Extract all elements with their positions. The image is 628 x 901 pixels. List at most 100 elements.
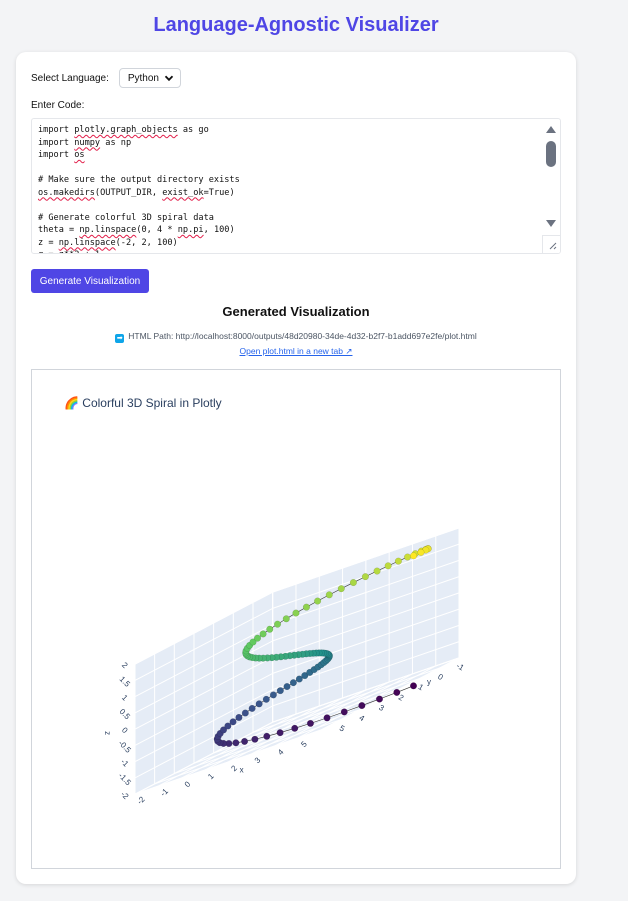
scroll-up-icon[interactable] bbox=[546, 125, 556, 133]
spiral-point bbox=[410, 552, 418, 560]
spiral-point bbox=[229, 718, 237, 726]
spiral-point bbox=[325, 591, 333, 599]
z-tick-label: -0.5 bbox=[117, 739, 134, 756]
arrow-right-icon: ➡ bbox=[115, 334, 125, 343]
code-textarea[interactable]: import plotly.graph_objects as go import… bbox=[38, 124, 540, 253]
spiral-point bbox=[263, 732, 271, 740]
spiral-point bbox=[266, 625, 274, 633]
visualization-heading: Generated Visualization bbox=[222, 304, 370, 319]
spiral-point bbox=[276, 729, 284, 737]
spiral-point bbox=[404, 553, 412, 561]
spiral-point bbox=[276, 687, 284, 695]
z-tick-label: 0.5 bbox=[118, 707, 133, 722]
y-tick-label: 3 bbox=[377, 703, 386, 713]
html-path-text: HTML Path: http://localhost:8000/outputs… bbox=[128, 331, 477, 341]
z-axis-title: z bbox=[103, 731, 112, 735]
scroll-thumb[interactable] bbox=[546, 141, 556, 167]
code-line: # Generate colorful 3D spiral data bbox=[38, 212, 214, 223]
y-tick-label: 4 bbox=[358, 713, 367, 723]
z-tick-label: 1.5 bbox=[118, 674, 133, 689]
spiral-point bbox=[283, 683, 291, 691]
spiral-point bbox=[269, 691, 277, 699]
x-tick-label: -1 bbox=[159, 786, 171, 798]
x-axis-title: x bbox=[240, 765, 244, 774]
spiral-point bbox=[289, 679, 297, 687]
html-path-row: ➡ HTML Path: http://localhost:8000/output… bbox=[16, 331, 576, 343]
resize-handle[interactable] bbox=[542, 235, 560, 253]
x-tick-label: -2 bbox=[135, 794, 147, 806]
x-tick-label: 5 bbox=[299, 739, 309, 749]
z-tick-label: 0 bbox=[120, 726, 130, 736]
spiral-point bbox=[373, 567, 381, 575]
resize-grip-icon bbox=[549, 242, 557, 250]
spiral-point bbox=[375, 695, 383, 703]
spiral-point bbox=[248, 704, 256, 712]
x-tick-label: 3 bbox=[253, 755, 263, 765]
scroll-down-icon[interactable] bbox=[546, 220, 556, 228]
y-axis-title: y bbox=[427, 678, 431, 687]
spiral-point bbox=[306, 719, 314, 727]
spiral-point bbox=[384, 562, 392, 570]
spiral-point bbox=[393, 688, 401, 696]
spiral-point bbox=[235, 713, 243, 721]
x-tick-label: 1 bbox=[206, 771, 216, 781]
spiral-point bbox=[302, 603, 310, 611]
spiral-point bbox=[409, 682, 417, 690]
z-tick-label: -1.5 bbox=[117, 771, 134, 788]
language-select[interactable]: Python bbox=[118, 68, 181, 88]
y-tick-label: 0 bbox=[436, 672, 445, 682]
z-tick-label: -1 bbox=[119, 757, 131, 769]
code-line: r = z**2 + 1 bbox=[38, 250, 100, 253]
spiral-point bbox=[241, 709, 249, 717]
generate-visualization-button[interactable]: Generate Visualization bbox=[31, 269, 149, 293]
code-label: Enter Code: bbox=[31, 100, 85, 111]
spiral-point bbox=[358, 702, 366, 710]
x-tick-label: 4 bbox=[276, 747, 286, 757]
spiral-point bbox=[282, 615, 290, 623]
page-title: Language-Agnostic Visualizer bbox=[153, 14, 439, 36]
spiral-point bbox=[417, 548, 425, 556]
spiral-point bbox=[314, 597, 322, 605]
code-line: import os bbox=[38, 150, 85, 160]
language-row: Select Language: Python bbox=[31, 68, 181, 88]
code-line: os.makedirs(OUTPUT_DIR, exist_ok=True) bbox=[38, 187, 235, 198]
language-select-value: Python bbox=[127, 72, 159, 84]
z-tick-label: 1 bbox=[120, 693, 130, 703]
chevron-down-icon bbox=[164, 75, 173, 82]
spiral-point bbox=[241, 737, 249, 745]
spiral-point bbox=[292, 609, 300, 617]
code-line: import plotly.graph_objects as go bbox=[38, 125, 209, 135]
z-tick-label: -2 bbox=[119, 790, 131, 802]
spiral-point bbox=[349, 579, 357, 587]
spiral-point bbox=[340, 708, 348, 716]
spiral-point bbox=[254, 634, 262, 642]
x-tick-label: 0 bbox=[183, 779, 193, 789]
editor-scrollbar[interactable] bbox=[543, 119, 560, 235]
main-card: Select Language: Python Enter Code: impo… bbox=[16, 52, 576, 884]
spiral-point bbox=[323, 714, 331, 722]
spiral-point bbox=[232, 739, 240, 747]
open-plot-link[interactable]: Open plot.html in a new tab ↗ bbox=[16, 346, 576, 357]
code-line: theta = np.linspace(0, 4 * np.pi, 100) bbox=[38, 225, 235, 235]
spiral-point bbox=[259, 630, 267, 638]
spiral-point bbox=[337, 585, 345, 593]
y-tick-label: 5 bbox=[338, 724, 347, 734]
y-tick-label: -1 bbox=[455, 661, 466, 673]
plot-iframe[interactable]: 🌈 Colorful 3D Spiral in Plotly -2 -1 0 1 2 3 4… bbox=[31, 369, 561, 869]
code-line: import numpy as np bbox=[38, 137, 132, 148]
spiral-point bbox=[361, 573, 369, 581]
code-line: # Make sure the output directory exists bbox=[38, 175, 240, 185]
spiral-point bbox=[274, 620, 282, 628]
code-line: z = np.linspace(-2, 2, 100) bbox=[38, 237, 178, 248]
spiral-point bbox=[394, 557, 402, 565]
spiral-point bbox=[291, 724, 299, 732]
language-label: Select Language: bbox=[31, 72, 109, 84]
z-tick-label: 2 bbox=[120, 661, 130, 671]
spiral-point bbox=[251, 735, 259, 743]
y-tick-label: 1 bbox=[417, 682, 426, 692]
spiral-point bbox=[255, 700, 263, 708]
plot-3d-scene[interactable]: -2-1012345-101234521.510.50-0.5-1-1.5-2x… bbox=[32, 370, 560, 868]
x-tick-label: 2 bbox=[229, 763, 239, 773]
spiral-point bbox=[262, 695, 270, 703]
code-editor[interactable]: import plotly.graph_objects as go import… bbox=[31, 118, 561, 254]
